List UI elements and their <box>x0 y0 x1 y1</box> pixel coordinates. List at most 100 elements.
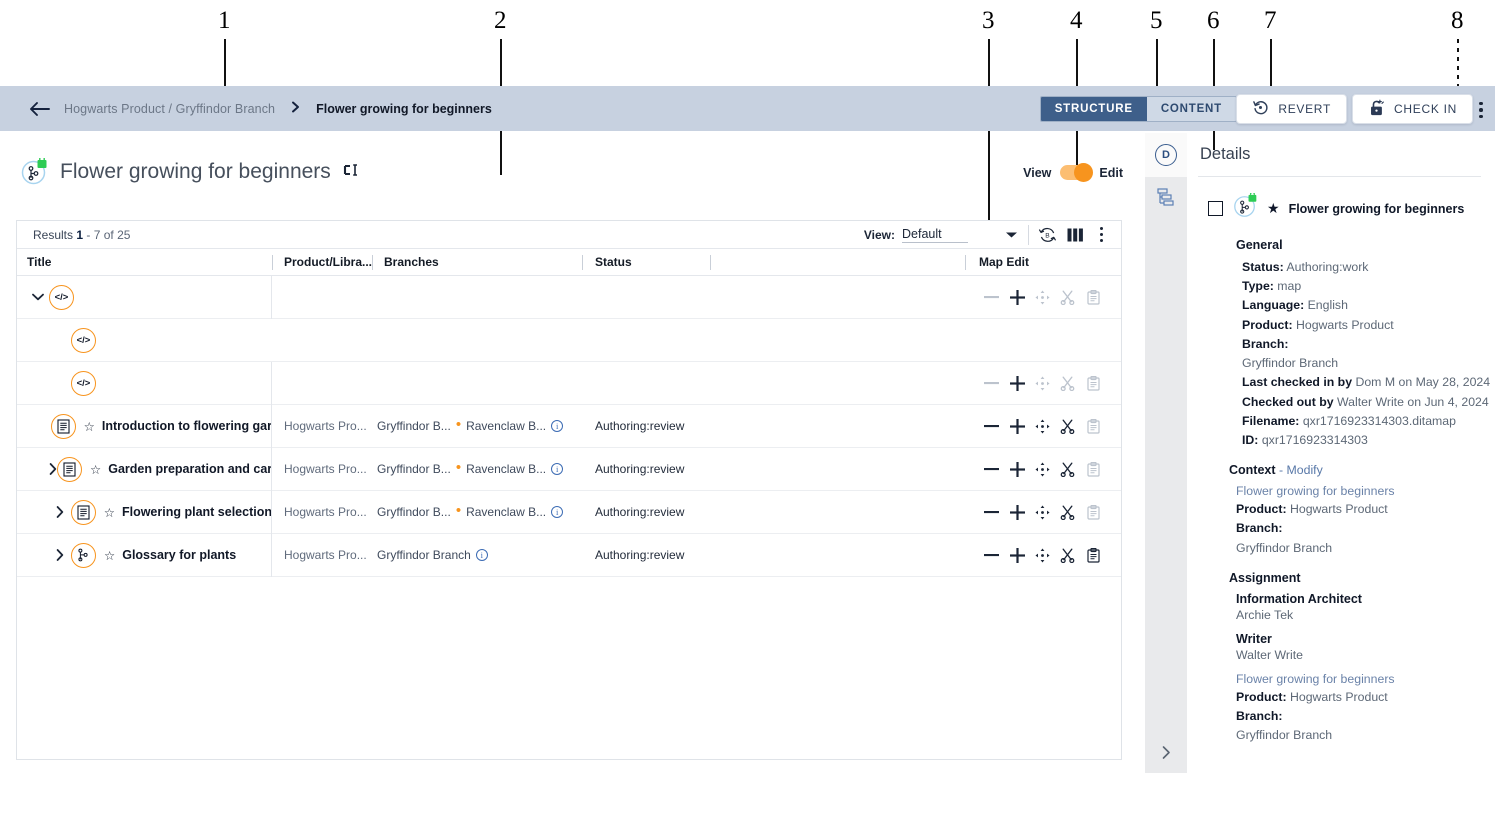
map-edit-remove-icon[interactable] <box>982 459 1002 479</box>
rail-tab-details[interactable]: D <box>1145 133 1187 177</box>
back-arrow-icon[interactable] <box>28 98 50 120</box>
map-edit-cut-icon[interactable] <box>1058 416 1078 436</box>
row-star-icon[interactable]: ☆ <box>104 505 115 520</box>
view-select-label: View: <box>863 227 895 242</box>
row-title: Glossary for plants <box>122 548 237 562</box>
row-star-icon[interactable]: ☆ <box>104 548 115 563</box>
map-edit-remove-icon[interactable] <box>982 416 1002 436</box>
check-in-button[interactable]: CHECK IN <box>1352 94 1473 124</box>
page-title-row: Flower growing for beginners <box>20 155 361 186</box>
callout-number-6: 6 <box>1207 7 1220 34</box>
cell-title: </> <box>17 275 272 319</box>
rail-tab-hierarchy[interactable] <box>1145 177 1187 221</box>
context-item-link[interactable]: Flower growing for beginners <box>1236 484 1495 498</box>
chevron-down-icon[interactable] <box>998 224 1024 246</box>
map-edit-add-icon[interactable] <box>1007 416 1027 436</box>
check-in-label: CHECK IN <box>1394 102 1457 116</box>
revert-button[interactable]: REVERT <box>1236 94 1347 124</box>
callout-number-3: 3 <box>982 7 995 34</box>
map-edit-add-icon[interactable] <box>1007 373 1027 393</box>
table-overflow-menu[interactable] <box>1089 223 1113 247</box>
view-edit-toggle[interactable]: View Edit <box>1023 163 1123 182</box>
map-edit-add-icon[interactable] <box>1007 287 1027 307</box>
cell-title: ☆ Flowering plant selection <box>17 490 272 534</box>
table-row[interactable]: ☆ Glossary for plants Hogwarts Pro... Gryff… <box>17 533 1121 577</box>
map-edit-move-icon[interactable] <box>1032 459 1052 479</box>
row-star-icon[interactable]: ☆ <box>90 462 101 477</box>
cell-branches: Gryffindor B... • Ravenclaw B... i <box>372 460 582 476</box>
row-title: Garden preparation and care <box>108 462 272 476</box>
map-edit-cut-icon <box>1058 373 1078 393</box>
rename-pencil-icon[interactable] <box>343 162 361 183</box>
map-edit-add-icon[interactable] <box>1007 545 1027 565</box>
cell-map-edit <box>965 287 1120 307</box>
row-title: Flowering plant selection <box>121 505 272 519</box>
table-row[interactable]: ☆ Garden preparation and care Hogwarts Pro… <box>17 447 1121 491</box>
column-header-product[interactable]: Product/Libra... <box>272 249 372 276</box>
results-toolbar: Results 1 - 7 of 25 View: Default B <box>17 221 1121 249</box>
table-row[interactable]: ☆ Introduction to flowering gar Hogwarts P… <box>17 404 1121 448</box>
table-row[interactable]: </> <box>17 361 1121 405</box>
view-select-value[interactable]: Default <box>902 227 968 243</box>
cell-title: ☆ Glossary for plants <box>17 533 272 577</box>
table-row[interactable]: </> <box>17 275 1121 319</box>
table-row[interactable]: ☆ Flowering plant selection Hogwarts Pro..… <box>17 490 1121 534</box>
map-edit-add-icon[interactable] <box>1007 459 1027 479</box>
details-general-item: Language: English <box>1242 298 1348 313</box>
columns-icon[interactable] <box>1061 223 1089 247</box>
table-row[interactable]: </></span><span class="v-div" style="rig… <box>17 319 1121 362</box>
assignment-item-link[interactable]: Flower growing for beginners <box>1236 672 1495 686</box>
chevron-right-icon[interactable] <box>49 463 57 475</box>
map-edit-cut-icon[interactable] <box>1058 502 1078 522</box>
mode-switch[interactable] <box>1060 163 1094 182</box>
breadcrumb-current: Flower growing for beginners <box>316 101 492 116</box>
map-edit-move-icon[interactable] <box>1032 545 1052 565</box>
cell-map-edit <box>965 502 1120 522</box>
map-edit-paste-icon <box>1083 459 1103 479</box>
map-edit-add-icon[interactable] <box>1007 502 1027 522</box>
row-star-icon[interactable]: ☆ <box>84 419 95 434</box>
column-header-status[interactable]: Status <box>582 249 710 276</box>
table-column-headers: Title Product/Libra... Branches Status M… <box>17 249 1121 276</box>
map-edit-move-icon[interactable] <box>1032 416 1052 436</box>
details-rail: D <box>1145 133 1187 773</box>
branch-info-icon[interactable]: i <box>551 420 564 432</box>
chevron-right-icon[interactable] <box>49 506 71 518</box>
map-edit-cut-icon[interactable] <box>1058 545 1078 565</box>
favorite-star-icon[interactable]: ★ <box>1267 200 1280 217</box>
map-edit-paste-icon[interactable] <box>1083 545 1103 565</box>
table-body: </></></span><span class="v-div" style="… <box>17 275 1121 577</box>
column-header-branches[interactable]: Branches <box>372 249 582 276</box>
map-edit-remove-icon[interactable] <box>982 502 1002 522</box>
map-edit-paste-icon <box>1083 502 1103 522</box>
header-overflow-menu[interactable] <box>1467 96 1495 124</box>
assignment-branch-value: Gryffindor Branch <box>1236 728 1333 743</box>
chevron-right-icon[interactable] <box>49 549 71 561</box>
breadcrumb-trail[interactable]: Hogwarts Product / Gryffindor Branch <box>64 102 275 116</box>
expand-rail-button[interactable] <box>1145 739 1187 765</box>
branch-info-icon[interactable]: i <box>551 506 564 518</box>
lock-checkin-icon <box>1368 99 1385 120</box>
tab-content[interactable]: CONTENT <box>1146 97 1236 121</box>
cell-title: ☆ Introduction to flowering gar <box>17 404 272 448</box>
topic-document-icon <box>50 413 76 439</box>
tab-structure[interactable]: STRUCTURE <box>1040 97 1147 121</box>
map-edit-remove-icon[interactable] <box>982 545 1002 565</box>
branch-info-icon[interactable]: i <box>475 549 488 561</box>
details-general-list: Status: Authoring:work Type: map Language:… <box>1195 259 1495 352</box>
map-edit-move-icon[interactable] <box>1032 502 1052 522</box>
column-header-title[interactable]: Title <box>17 249 272 276</box>
column-header-map-edit[interactable]: Map Edit <box>965 249 1120 276</box>
page-title: Flower growing for beginners <box>60 160 331 183</box>
branch-info-icon[interactable]: i <box>551 463 564 475</box>
refresh-branch-icon[interactable]: B <box>1033 223 1061 247</box>
chevron-down-icon[interactable] <box>27 293 49 301</box>
map-edit-cut-icon[interactable] <box>1058 459 1078 479</box>
branch-secondary: Ravenclaw B... <box>466 419 547 433</box>
details-checkbox[interactable] <box>1208 201 1223 216</box>
context-modify-link[interactable]: - Modify <box>1279 463 1323 477</box>
details-last-checked-in: Last checked in by Dom M on May 28, 2024 <box>1242 375 1491 390</box>
map-edit-paste-icon <box>1083 416 1103 436</box>
details-branch-value: Gryffindor Branch <box>1242 356 1339 371</box>
cell-title: </> <box>17 361 272 405</box>
